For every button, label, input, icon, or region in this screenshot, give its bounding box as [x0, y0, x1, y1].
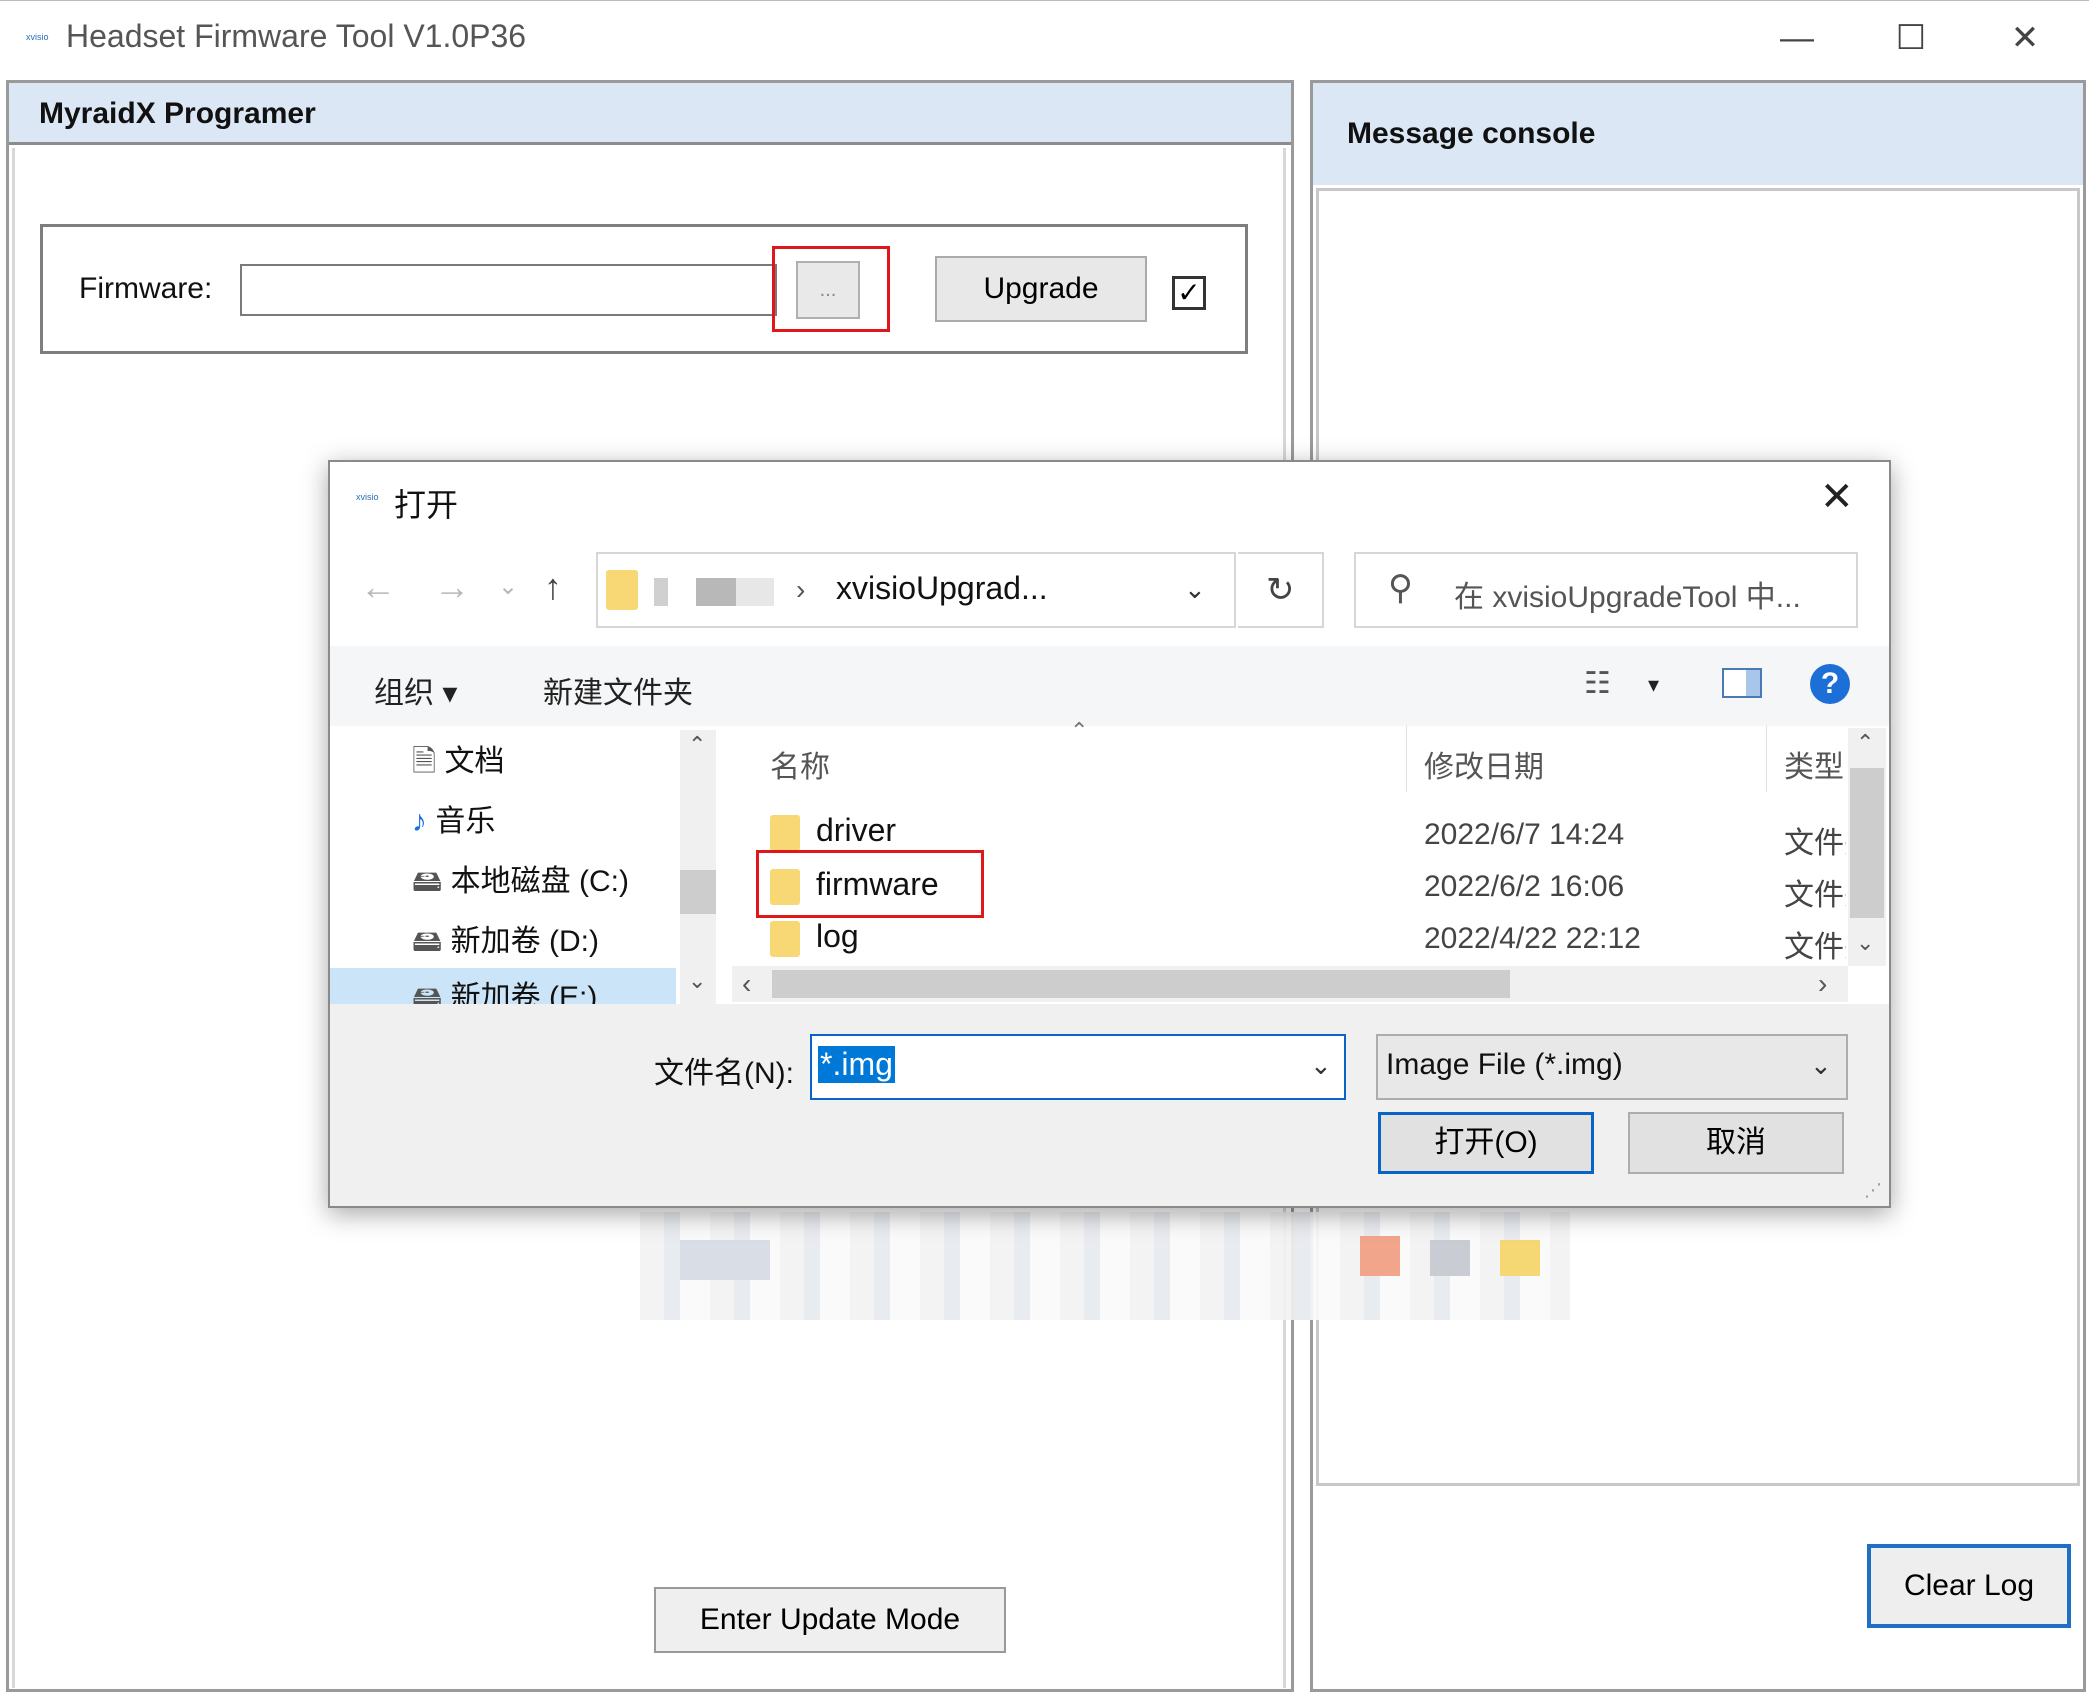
horizontal-scrollbar-thumb[interactable]: [772, 970, 1510, 998]
blurred-region: [1430, 1240, 1470, 1276]
scroll-left-icon[interactable]: ‹: [742, 968, 751, 1000]
firmware-label: Firmware:: [79, 272, 213, 305]
blurred-region: [1360, 1236, 1400, 1276]
clear-log-button[interactable]: Clear Log: [1867, 1544, 2071, 1628]
tree-item-label: 新加卷 (E:): [450, 981, 598, 1004]
filename-value[interactable]: *.img: [818, 1046, 895, 1083]
scroll-right-icon[interactable]: ›: [1818, 968, 1827, 1000]
open-button[interactable]: 打开(O): [1378, 1112, 1594, 1174]
view-mode-icon[interactable]: ☷: [1584, 666, 1611, 701]
tree-scrollbar[interactable]: [680, 730, 716, 1004]
firmware-highlight-box: [756, 850, 984, 918]
tree-item-label: 新加卷 (D:): [450, 925, 599, 958]
folder-icon: [770, 814, 800, 851]
tree-scrollbar-thumb[interactable]: [680, 870, 716, 914]
scroll-down-icon[interactable]: ⌄: [1856, 930, 1874, 956]
resize-grip-icon[interactable]: ⋰: [1864, 1180, 1882, 1201]
dialog-close-icon[interactable]: ✕: [1820, 474, 1854, 520]
upgrade-button[interactable]: Upgrade: [935, 256, 1147, 322]
view-mode-chevron-icon[interactable]: ▾: [1648, 672, 1659, 698]
tree-item-drive-e[interactable]: 🖴 新加卷 (E:): [412, 972, 597, 1004]
filename-label: 文件名(N):: [654, 1057, 794, 1090]
file-type: 文件夹: [1784, 827, 1846, 860]
console-panel-title: Message console: [1313, 83, 2083, 185]
up-arrow-icon[interactable]: ↑: [544, 566, 562, 608]
document-icon: 🗎: [412, 745, 437, 778]
firmware-path-input[interactable]: [240, 264, 777, 316]
scroll-up-icon[interactable]: ⌃: [1856, 730, 1874, 756]
preview-pane-icon[interactable]: [1722, 668, 1762, 698]
tree-item-music[interactable]: ♪ 音乐: [412, 796, 495, 840]
app-logo-icon: xvisio: [26, 32, 49, 42]
search-icon: ⚲: [1388, 569, 1413, 607]
file-date: 2022/4/22 22:12: [1424, 922, 1641, 955]
blurred-path: [654, 578, 774, 606]
column-divider[interactable]: [1406, 726, 1407, 792]
filename-chevron-icon[interactable]: ⌄: [1310, 1050, 1332, 1081]
blurred-region: [680, 1240, 770, 1280]
column-header-date[interactable]: 修改日期: [1424, 742, 1544, 786]
tree-item-drive-d[interactable]: 🖴 新加卷 (D:): [412, 916, 599, 970]
new-folder-button[interactable]: 新建文件夹: [543, 668, 693, 712]
tree-item-documents[interactable]: 🗎 文档: [412, 736, 504, 790]
file-date: 2022/6/7 14:24: [1424, 818, 1625, 851]
browse-highlight-box: [772, 246, 890, 332]
file-type: 文件夹: [1784, 879, 1846, 912]
file-name: driver: [816, 812, 897, 848]
drive-icon: 🖴: [412, 925, 443, 958]
blurred-region: [1500, 1240, 1540, 1276]
filetype-value: Image File (*.img): [1386, 1048, 1623, 1081]
address-chevron-icon[interactable]: ⌄: [1184, 574, 1206, 605]
back-arrow-icon[interactable]: ←: [360, 566, 396, 608]
organize-menu[interactable]: 组织 ▾: [374, 668, 457, 712]
maximize-button[interactable]: ☐: [1882, 14, 1940, 62]
vertical-scrollbar-thumb[interactable]: [1850, 768, 1884, 918]
close-button[interactable]: ✕: [1996, 14, 2054, 62]
column-divider[interactable]: [1766, 726, 1767, 792]
enter-update-mode-button[interactable]: Enter Update Mode: [654, 1587, 1006, 1653]
music-icon: ♪: [412, 805, 427, 838]
option-checkbox[interactable]: ✓: [1172, 276, 1206, 310]
scroll-down-icon[interactable]: ⌄: [688, 968, 706, 994]
filetype-chevron-icon[interactable]: ⌄: [1810, 1050, 1832, 1081]
dialog-title: 打开: [394, 487, 459, 523]
breadcrumb-current[interactable]: xvisioUpgrad...: [836, 570, 1048, 607]
refresh-icon[interactable]: ↻: [1266, 570, 1295, 610]
breadcrumb-separator-icon: ›: [796, 574, 806, 605]
search-placeholder: 在 xvisioUpgradeTool 中...: [1454, 581, 1801, 614]
minimize-button[interactable]: —: [1768, 14, 1826, 62]
drive-icon: 🖴: [412, 981, 443, 1004]
file-name: log: [816, 918, 859, 954]
help-icon[interactable]: ?: [1810, 664, 1850, 704]
forward-arrow-icon[interactable]: →: [434, 566, 470, 608]
folder-icon: [606, 570, 638, 610]
column-header-name[interactable]: 名称: [770, 742, 830, 786]
cancel-button[interactable]: 取消: [1628, 1112, 1844, 1174]
dialog-logo-icon: xvisio: [356, 492, 379, 502]
scroll-up-icon[interactable]: ⌃: [688, 732, 706, 758]
tree-item-label: 本地磁盘 (C:): [450, 865, 629, 898]
file-date: 2022/6/2 16:06: [1424, 870, 1625, 903]
file-type: 文件夹: [1784, 931, 1846, 964]
recent-chevron-icon[interactable]: ⌄: [498, 572, 518, 601]
window-title: Headset Firmware Tool V1.0P36: [66, 18, 527, 54]
column-header-type[interactable]: 类型: [1784, 742, 1844, 786]
tree-item-drive-c[interactable]: 🖴 本地磁盘 (C:): [412, 856, 629, 910]
drive-icon: 🖴: [412, 865, 443, 898]
folder-icon: [770, 920, 800, 957]
sort-indicator-icon: ⌃: [1070, 718, 1089, 743]
tree-item-label: 文档: [444, 745, 505, 778]
file-row-driver[interactable]: driver: [770, 812, 896, 851]
programmer-panel-title: MyraidX Programer: [9, 83, 1291, 145]
tree-item-label: 音乐: [435, 805, 496, 838]
file-row-log[interactable]: log: [770, 918, 859, 957]
